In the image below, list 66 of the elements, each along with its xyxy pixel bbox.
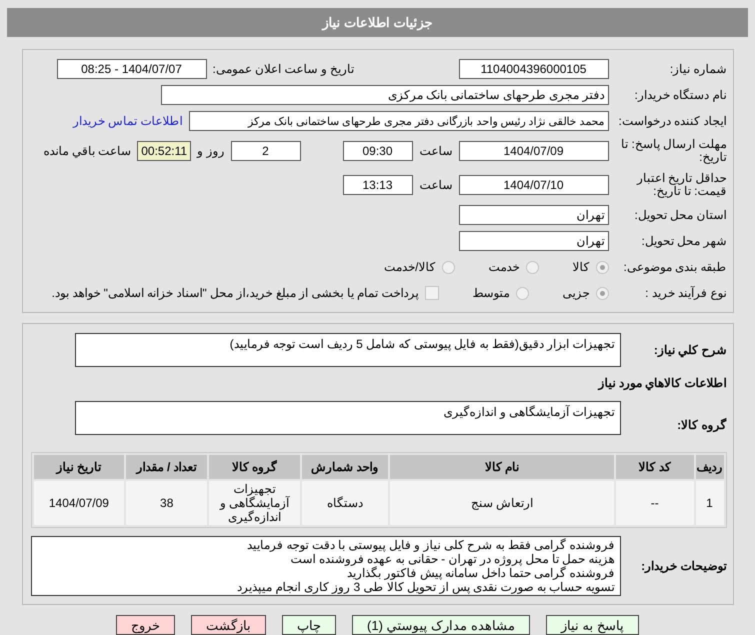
radio-label: کالا/خدمت xyxy=(384,260,436,274)
field-label: توضیحات خریدار: xyxy=(641,558,726,572)
table-cell: 1404/07/09 xyxy=(34,481,124,525)
action-button[interactable]: چاپ xyxy=(282,615,336,635)
radio-label: خدمت xyxy=(488,260,520,274)
column-header: نام کالا xyxy=(390,455,614,479)
field-label: طبقه بندی موضوعی: xyxy=(622,260,726,274)
time-label: ساعت xyxy=(418,144,452,158)
column-header: تعداد / مقدار xyxy=(126,455,208,479)
goods-group-field: تجهیزات آزمایشگاهی و اندازه‌گیری xyxy=(74,401,620,435)
buyer-notes-field: فروشنده گرامی فقط به شرح کلی نیاز و فایل پیوستی با دقت توجه فرمایید هزینه حمل تا محل پروژه در تهران - حقانی به عهده فروشنده است فروشنده گرامی حتما داخل سامانه پیش فاکتور بگذارید تسویه حساب به صورت نقدی پس از تحویل کالا طی 3 روز کاری انجام میپذیرد xyxy=(30,536,620,596)
table-cell: تجهیزات آزمایشگاهی و اندازه‌گیری xyxy=(209,481,300,525)
remaining-label: ساعت باقي مانده xyxy=(43,144,132,158)
checkbox[interactable] xyxy=(424,286,438,300)
deadline-time-field: 09:30 xyxy=(342,141,412,162)
buyer-contact-link[interactable]: اطلاعات تماس خریدار xyxy=(72,114,182,128)
column-header: ردیف xyxy=(696,455,724,479)
table-cell: 1 xyxy=(696,481,724,525)
days-label: روز و xyxy=(197,144,224,158)
need-number-field: 1104004396000105 xyxy=(458,59,608,80)
field-label: ایجاد کننده درخواست: xyxy=(617,114,726,128)
table-cell: ارتعاش سنج xyxy=(390,481,614,525)
table-cell: 38 xyxy=(126,481,208,525)
section-title: اطلاعات کالاهاي مورد نياز xyxy=(598,376,726,390)
time-label: ساعت xyxy=(418,178,452,192)
province-field: تهران xyxy=(458,205,608,226)
field-label: گروه کالا: xyxy=(677,418,726,432)
description-field: تجهیزات ابزار دقیق(فقط به فایل پیوستی که شامل 5 ردیف است توجه فرمایید) xyxy=(74,333,620,367)
radio-label: جزیی xyxy=(562,286,590,300)
announce-date-field: 1404/07/07 - 08:25 xyxy=(56,59,206,80)
field-label: شهر محل تحویل: xyxy=(640,234,726,248)
radio-button[interactable] xyxy=(516,286,528,300)
validity-date-field: 1404/07/10 xyxy=(458,175,608,196)
buyer-org-field: دفتر مجری طرحهای ساختمانی بانک مرکزی xyxy=(160,85,608,106)
field-label: استان محل تحویل: xyxy=(633,208,726,222)
action-button[interactable]: بازگشت xyxy=(191,615,266,635)
table-cell: -- xyxy=(616,481,694,525)
page-header: جزئیات اطلاعات نیاز xyxy=(7,8,748,38)
field-label: نوع فرآیند خرید : xyxy=(644,286,726,300)
field-label: شرح کلي نياز: xyxy=(654,342,726,356)
column-header: تاریخ نیاز xyxy=(34,455,124,479)
column-header: کد کالا xyxy=(616,455,694,479)
field-label: مهلت ارسال پاسخ: تا تاریخ: xyxy=(620,138,726,164)
radio-button[interactable] xyxy=(526,260,538,274)
column-header: واحد شمارش xyxy=(302,455,388,479)
action-button[interactable]: پاسخ به نیاز xyxy=(546,615,639,635)
deadline-date-field: 1404/07/09 xyxy=(458,141,608,162)
field-label: نام دستگاه خریدار: xyxy=(633,88,726,102)
checkbox-label: پرداخت تمام یا بخشی از مبلغ خرید،از محل "اسناد خزانه اسلامی" خواهد بود. xyxy=(52,286,418,300)
radio-button[interactable] xyxy=(596,286,608,300)
field-label: شماره نیاز: xyxy=(668,62,726,76)
field-label: تاریخ و ساعت اعلان عمومی: xyxy=(212,62,356,76)
requester-field: محمد خالقی نژاد رئیس واحد بازرگانی دفتر مجری طرحهای ساختمانی بانک مرکز xyxy=(188,111,608,132)
radio-label: کالا xyxy=(572,260,590,274)
validity-time-field: 13:13 xyxy=(342,175,412,196)
action-button[interactable]: مشاهده مدارک پیوستي (1) xyxy=(352,615,530,635)
table-cell: دستگاه xyxy=(302,481,388,525)
radio-button[interactable] xyxy=(596,260,608,274)
days-field: 2 xyxy=(230,141,300,162)
radio-button[interactable] xyxy=(442,260,454,274)
action-button[interactable]: خروج xyxy=(116,615,176,635)
city-field: تهران xyxy=(458,231,608,252)
column-header: گروه کالا xyxy=(209,455,300,479)
radio-label: متوسط xyxy=(472,286,510,300)
field-label: حداقل تاریخ اعتبار قیمت: تا تاریخ: xyxy=(636,172,726,198)
remaining-time-field: 00:52:11 xyxy=(137,141,192,162)
